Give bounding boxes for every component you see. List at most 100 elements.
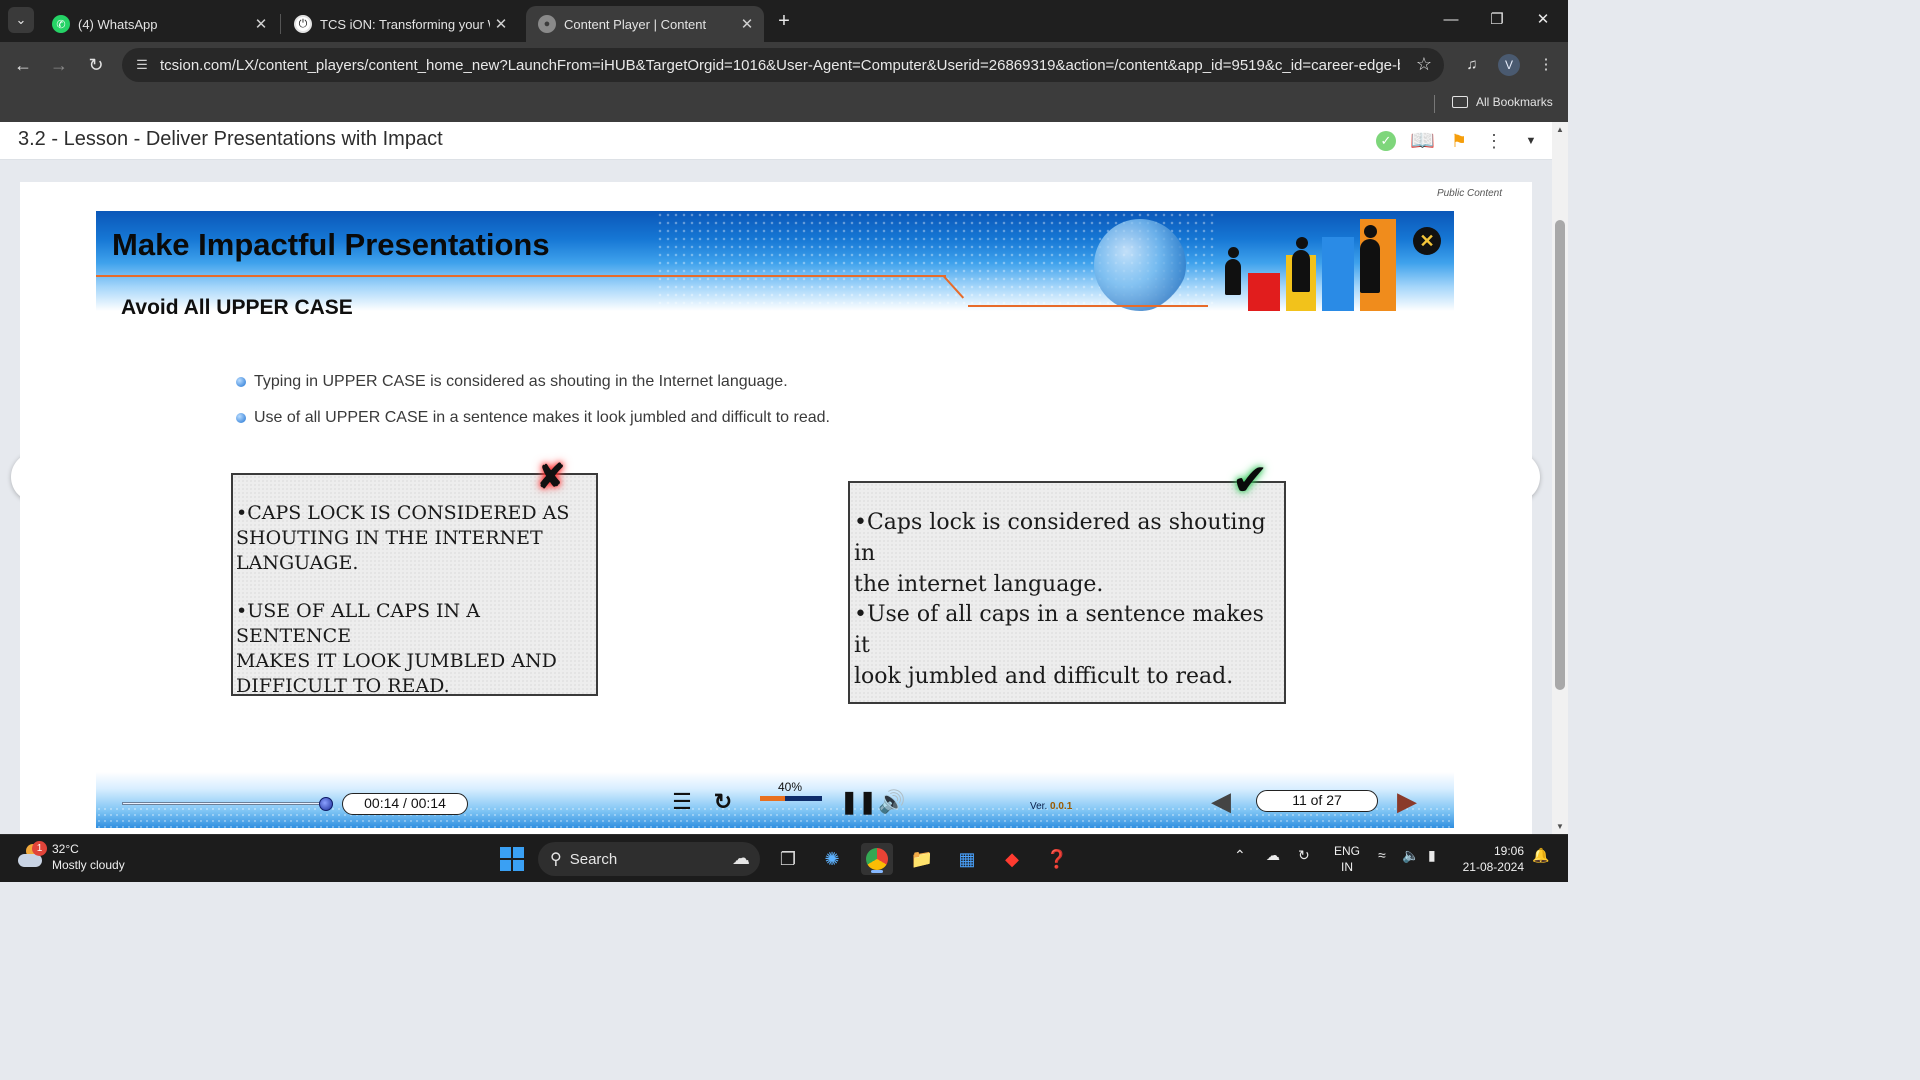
lesson-title: 3.2 - Lesson - Deliver Presentations wit… — [18, 128, 443, 150]
tab-search-chevron-icon[interactable]: ⌄ — [8, 7, 34, 33]
slide-counter: 11 of 27 — [1256, 790, 1378, 812]
minimize-icon[interactable]: — — [1428, 6, 1474, 34]
microsoft-store-icon[interactable]: ▦ — [951, 843, 983, 875]
address-bar[interactable]: ☰ tcsion.com/LX/content_players/content_… — [122, 48, 1444, 82]
version-label: Ver. 0.0.1 — [1030, 801, 1072, 812]
seek-handle[interactable] — [319, 797, 333, 811]
replay-icon[interactable]: ↻ — [709, 788, 737, 816]
whatsapp-icon: ✆ — [52, 15, 70, 33]
app-diamond-icon[interactable]: ◆ — [996, 843, 1028, 875]
player-control-bar: 00:14 / 00:14 ☰ ↻ 40% ❚❚ 🔊 Ver. 0.0.1 ◀ … — [96, 772, 1454, 828]
clock-time: 19:06 — [1493, 844, 1524, 858]
taskbar-search[interactable]: ⚲ Search ☁ — [538, 842, 760, 876]
banner-title: Make Impactful Presentations — [112, 227, 550, 262]
businessman-silhouette — [1228, 247, 1239, 258]
folder-icon — [1452, 96, 1468, 108]
businessman-silhouette — [1364, 225, 1377, 238]
forward-arrow-icon[interactable]: → — [46, 52, 72, 78]
seek-bar[interactable] — [122, 797, 333, 811]
bad-example-text: •USE OF ALL CAPS IN A SENTENCE MAKES IT … — [236, 600, 557, 697]
bookmark-icon[interactable]: ⚑ — [1448, 130, 1470, 152]
previous-slide-arrow-icon[interactable]: ◀ — [1208, 788, 1234, 814]
copilot-icon[interactable]: ✺ — [816, 843, 848, 875]
all-bookmarks-label: All Bookmarks — [1476, 95, 1553, 109]
good-example-text: •Use of all caps in a sentence makes it … — [854, 602, 1264, 689]
tab-title: TCS iON: Transforming your Wo — [320, 16, 490, 32]
wifi-icon[interactable]: ≈ — [1378, 847, 1386, 863]
browser-menu-icon[interactable]: ⋮ — [1535, 54, 1557, 76]
new-tab-button[interactable]: + — [772, 9, 796, 33]
tab-title: Content Player | Content — [564, 16, 707, 32]
chrome-icon[interactable] — [861, 843, 893, 875]
book-open-icon[interactable]: 📖 — [1410, 130, 1435, 152]
menu-list-icon[interactable]: ☰ — [668, 788, 696, 816]
window-close-icon[interactable]: ✕ — [1520, 6, 1566, 34]
tab-whatsapp[interactable]: ✆ (4) WhatsApp ✕ — [40, 6, 278, 42]
volume-percent: 40% — [778, 780, 803, 794]
bullet-dot-icon — [236, 413, 246, 423]
windows-start-icon[interactable] — [496, 843, 528, 875]
slide-subheading: Avoid All UPPER CASE — [121, 296, 353, 319]
red-cross-icon: ✘ — [536, 457, 566, 497]
next-slide-arrow-icon[interactable]: ▶ — [1394, 788, 1420, 814]
url-text[interactable]: tcsion.com/LX/content_players/content_ho… — [160, 57, 1400, 74]
site-settings-icon[interactable]: ☰ — [132, 55, 152, 75]
pause-icon[interactable]: ❚❚ — [840, 788, 877, 816]
bookmark-star-icon[interactable]: ☆ — [1416, 54, 1432, 75]
notification-bell-icon[interactable]: 🔔 — [1532, 847, 1549, 864]
file-explorer-icon[interactable]: 📁 — [906, 843, 938, 875]
bullet-text: Use of all UPPER CASE in a sentence make… — [254, 409, 830, 426]
bookmarks-bar: All Bookmarks — [0, 88, 1568, 122]
version-number: 0.0.1 — [1050, 801, 1073, 812]
scroll-down-icon[interactable]: ▼ — [1552, 822, 1568, 831]
help-icon[interactable]: ❓ — [1041, 843, 1073, 875]
close-tab-icon[interactable]: ✕ — [250, 15, 272, 33]
region-code: IN — [1341, 860, 1353, 874]
public-content-label: Public Content — [1436, 188, 1502, 199]
close-tab-icon[interactable]: ✕ — [490, 15, 512, 33]
tab-tcs-ion[interactable]: ⏻ TCS iON: Transforming your Wo ✕ — [282, 6, 518, 42]
sync-icon[interactable]: ↻ — [1298, 847, 1310, 864]
page-scrollbar[interactable]: ▲ ▼ — [1552, 122, 1568, 834]
system-clock[interactable]: 19:06 21-08-2024 — [1456, 843, 1524, 875]
onedrive-icon[interactable]: ☁ — [1266, 847, 1280, 864]
battery-icon[interactable]: ▮ — [1428, 847, 1436, 864]
tray-overflow-icon[interactable]: ⌃ — [1234, 847, 1246, 864]
bullet-item: Typing in UPPER CASE is considered as sh… — [236, 373, 788, 391]
banner-line — [968, 305, 1208, 307]
weather-widget[interactable]: 1 32°C Mostly cloudy — [16, 841, 125, 873]
bad-example-text: •CAPS LOCK IS CONSIDERED AS SHOUTING IN … — [236, 502, 570, 574]
lesson-header: 3.2 - Lesson - Deliver Presentations wit… — [0, 122, 1552, 160]
browser-toolbar: ← → ↻ ☰ tcsion.com/LX/content_players/co… — [0, 42, 1568, 88]
close-tab-icon[interactable]: ✕ — [736, 15, 758, 33]
language-indicator[interactable]: ENG IN — [1334, 843, 1360, 875]
partly-cloudy-icon: 1 — [16, 841, 47, 870]
reload-icon[interactable]: ↻ — [83, 52, 109, 78]
profile-avatar[interactable]: V — [1498, 54, 1520, 76]
bullet-item: Use of all UPPER CASE in a sentence make… — [236, 409, 830, 427]
banner-line — [96, 275, 946, 277]
tab-title: (4) WhatsApp — [78, 16, 158, 32]
task-view-icon[interactable]: ❐ — [772, 843, 804, 875]
search-icon: ⚲ — [550, 851, 562, 868]
back-arrow-icon[interactable]: ← — [10, 52, 36, 78]
volume-speaker-icon[interactable]: 🔊 — [878, 788, 906, 816]
scroll-up-icon[interactable]: ▲ — [1552, 125, 1568, 134]
businessman-silhouette — [1225, 259, 1241, 295]
slide-card: Public Content Make Impactful Presentati… — [20, 182, 1532, 834]
bullet-dot-icon — [236, 377, 246, 387]
collapse-caret-icon[interactable]: ▼ — [1520, 130, 1542, 152]
volume-icon[interactable]: 🔈 — [1402, 847, 1419, 864]
all-bookmarks-button[interactable]: All Bookmarks — [1452, 95, 1553, 109]
volume-slider[interactable] — [760, 796, 822, 801]
completed-check-icon: ✓ — [1376, 131, 1396, 151]
globe-graphic — [1094, 219, 1186, 311]
growth-bar — [1248, 273, 1280, 311]
media-queue-icon[interactable]: ♫ — [1461, 54, 1483, 76]
tab-content-player[interactable]: ● Content Player | Content ✕ — [526, 6, 764, 42]
windows-taskbar: 1 32°C Mostly cloudy ⚲ Search ☁ ❐ ✺ 📁 ▦ … — [0, 834, 1568, 882]
restore-icon[interactable]: ❐ — [1474, 6, 1520, 34]
scrollbar-thumb[interactable] — [1555, 220, 1565, 690]
more-options-icon[interactable]: ⋮ — [1483, 130, 1505, 152]
close-slide-icon[interactable]: ✕ — [1413, 227, 1441, 255]
